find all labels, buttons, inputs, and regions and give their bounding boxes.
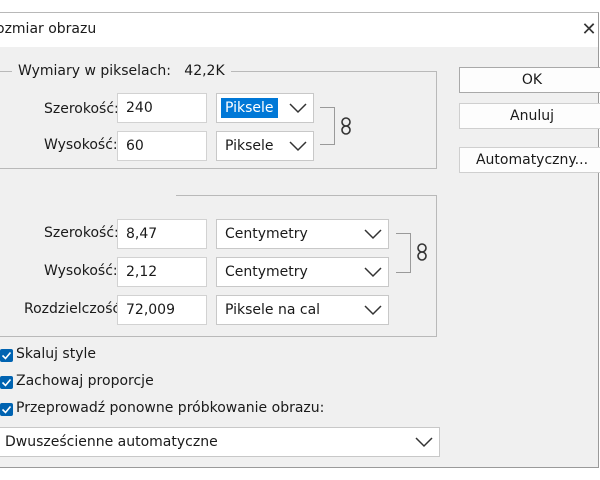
chain-link-icon: [341, 117, 351, 135]
document-size-legend-gap: [0, 193, 176, 197]
doc-height-unit-value: Centymetry: [225, 264, 308, 280]
doc-width-input[interactable]: 8,47: [117, 219, 207, 249]
pixel-width-label: Szerokość:: [44, 101, 119, 117]
chain-link-icon: [417, 243, 427, 261]
scale-styles-checkbox[interactable]: [0, 349, 13, 362]
doc-height-unit-select[interactable]: Centymetry: [216, 257, 389, 287]
doc-width-unit-value: Centymetry: [225, 226, 308, 242]
constrain-proportions-label[interactable]: Zachowaj proporcje: [16, 373, 154, 389]
checkmark-icon: [1, 378, 12, 387]
pixel-dimensions-label: Wymiary w pikselach:: [18, 63, 171, 79]
pixel-height-label: Wysokość:: [44, 137, 118, 153]
pixel-height-input[interactable]: 60: [117, 131, 207, 161]
doc-width-label: Szerokość:: [44, 225, 119, 241]
image-size-dialog: ozmiar obrazu ✕ Wymiary w pikselach: 42,…: [0, 12, 600, 468]
checkmark-icon: [1, 405, 12, 414]
close-icon[interactable]: ✕: [578, 17, 600, 43]
scale-styles-label[interactable]: Skaluj style: [16, 346, 96, 362]
ok-button[interactable]: OK: [459, 67, 600, 93]
cancel-button[interactable]: Anuluj: [459, 103, 600, 129]
auto-button[interactable]: Automatyczny...: [459, 147, 600, 173]
pixel-width-input[interactable]: 240: [117, 93, 207, 123]
checkmark-icon: [1, 351, 12, 360]
resample-method-value: Dwusześcienne automatyczne: [5, 434, 218, 450]
chevron-down-icon: [364, 267, 382, 278]
pixel-dimensions-legend: Wymiary w pikselach: 42,2K: [12, 63, 231, 79]
doc-width-unit-select[interactable]: Centymetry: [216, 219, 389, 249]
constrain-proportions-checkbox[interactable]: [0, 376, 13, 389]
pixel-dimensions-size: 42,2K: [184, 63, 225, 79]
title-bar: ozmiar obrazu ✕: [0, 13, 598, 47]
resolution-unit-select[interactable]: Piksele na cal: [216, 295, 389, 325]
pixel-width-unit-value: Piksele: [221, 98, 278, 118]
chevron-down-icon: [415, 437, 433, 448]
resample-label[interactable]: Przeprowadź ponowne próbkowanie obrazu:: [16, 400, 324, 416]
pixel-height-unit-select[interactable]: Piksele: [216, 131, 314, 161]
pixel-height-unit-value: Piksele: [225, 138, 274, 154]
chevron-down-icon: [289, 141, 307, 152]
resample-method-select[interactable]: Dwusześcienne automatyczne: [0, 427, 440, 457]
doc-height-input[interactable]: 2,12: [117, 257, 207, 287]
chevron-down-icon: [364, 229, 382, 240]
resolution-label: Rozdzielczość:: [24, 301, 125, 317]
pixel-width-unit-select[interactable]: Piksele: [216, 93, 314, 123]
resolution-input[interactable]: 72,009: [117, 295, 207, 325]
chevron-down-icon: [289, 103, 307, 114]
resample-checkbox[interactable]: [0, 403, 13, 416]
pixel-constrain-bracket: [320, 107, 335, 145]
doc-height-label: Wysokość:: [44, 263, 118, 279]
resolution-unit-value: Piksele na cal: [225, 302, 321, 318]
window-title: ozmiar obrazu: [0, 21, 97, 37]
doc-constrain-bracket: [396, 233, 411, 273]
chevron-down-icon: [364, 305, 382, 316]
